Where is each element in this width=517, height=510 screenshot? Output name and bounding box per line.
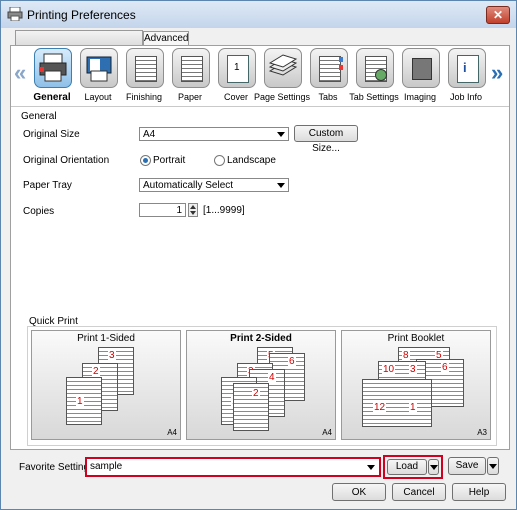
cover-icon: 1 [218,48,256,88]
printer-icon [7,7,23,21]
copies-range: [1...9999] [203,205,245,216]
paper-size-label: A3 [477,428,487,437]
printing-preferences-window: Printing Preferences ✕ Advanced « Genera… [0,0,517,510]
chevron-down-icon [367,465,375,470]
quick-print-2-sided[interactable]: Print 2-Sided 5 6 3 4 1 2 A4 [186,330,336,440]
general-group-title: General [21,111,57,122]
help-button[interactable]: Help [452,483,506,501]
tabs-icon [310,48,348,88]
tab-strip: Advanced [1,28,516,46]
favorite-setting-label: Favorite Setting [19,462,90,473]
function-ribbon: « General Layout Finishing Paper 1 Cover… [11,46,509,107]
favorite-setting-value: sample [90,461,123,472]
paper-tray-select[interactable]: Automatically Select [139,178,289,192]
paper-tray-value: Automatically Select [143,180,234,191]
general-icon [34,48,72,88]
cancel-button[interactable]: Cancel [392,483,446,501]
tab-printer-name[interactable] [15,30,143,46]
ok-button[interactable]: OK [332,483,386,501]
page-sheet: 2 [233,383,269,431]
chevron-down-icon [430,465,438,470]
paper-size-label: A4 [322,428,332,437]
portrait-label: Portrait [153,155,186,166]
page-settings-icon [264,48,302,88]
settings-panel: « General Layout Finishing Paper 1 Cover… [10,45,510,450]
original-size-label: Original Size [23,129,80,140]
quick-print-label: Print Booklet [387,333,445,344]
scroll-right-icon[interactable]: » [491,60,503,86]
quick-print-1-sided[interactable]: Print 1-Sided 3 2 1 A4 [31,330,181,440]
copies-label: Copies [23,206,55,217]
window-title: Printing Preferences [27,8,136,22]
paper-tray-label: Paper Tray [23,180,72,191]
job-info-icon: i [448,48,486,88]
ribbon-label: Job Info [449,92,483,102]
chevron-down-icon [277,132,285,137]
chevron-down-icon [489,464,497,469]
landscape-radio[interactable] [214,155,225,166]
imaging-icon [402,48,440,88]
copies-input[interactable]: 1 [139,203,186,217]
page-sheet: 12 1 [362,379,432,427]
close-button[interactable]: ✕ [486,6,510,24]
custom-size-button[interactable]: Custom Size... [294,125,358,154]
chevron-down-icon [277,183,285,188]
landscape-label: Landscape [227,155,276,166]
copies-spinner[interactable] [188,203,198,217]
orientation-label: Original Orientation [23,155,110,166]
tab-settings-icon [356,48,394,88]
load-highlight: Load [383,455,443,479]
layout-icon [80,48,118,88]
portrait-radio[interactable] [140,155,151,166]
copies-value: 1 [176,205,182,216]
quick-print-label: Print 1-Sided [77,333,135,344]
save-button[interactable]: Save [448,457,486,475]
tab-advanced[interactable]: Advanced [143,31,189,46]
ribbon-job-info[interactable]: i Job Info [443,48,489,106]
original-size-select[interactable]: A4 [139,127,289,141]
page-sheet: 1 [66,377,102,425]
favorite-setting-select[interactable]: sample [85,457,381,477]
paper-icon [172,48,210,88]
quick-print-booklet[interactable]: Print Booklet 85 6 10 3 12 1 A3 [341,330,491,440]
scroll-left-icon[interactable]: « [14,60,26,86]
load-menu-button[interactable] [428,459,439,475]
load-button[interactable]: Load [387,459,427,475]
paper-size-label: A4 [167,428,177,437]
original-size-value: A4 [143,129,156,140]
quick-print-label: Print 2-Sided [230,333,292,344]
finishing-icon [126,48,164,88]
title-bar: Printing Preferences ✕ [1,1,516,28]
save-menu-button[interactable] [487,457,499,475]
